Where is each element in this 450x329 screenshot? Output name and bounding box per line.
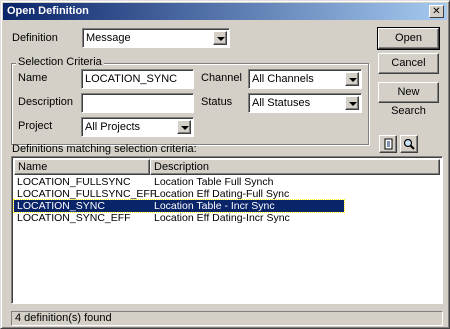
list-item-name: LOCATION_SYNC_EFF bbox=[17, 212, 131, 224]
list-caption: Definitions matching selection criteria: bbox=[12, 143, 197, 155]
status-text: 4 definition(s) found bbox=[15, 312, 112, 324]
copy-icon bbox=[384, 138, 393, 150]
column-header-description-label: Description bbox=[154, 161, 210, 173]
channel-label: Channel bbox=[201, 72, 242, 84]
status-label: Status bbox=[201, 96, 233, 108]
channel-select[interactable]: All Channels bbox=[248, 69, 362, 89]
chevron-down-icon[interactable] bbox=[177, 120, 191, 134]
magnifier-icon bbox=[403, 138, 415, 150]
description-input[interactable] bbox=[81, 93, 194, 113]
list-item-description: Location Table Full Synch bbox=[154, 176, 274, 188]
definition-select[interactable]: Message bbox=[82, 28, 230, 48]
window-title: Open Definition bbox=[7, 5, 89, 17]
new-search-button[interactable]: New Search bbox=[378, 82, 439, 117]
status-bar: 4 definition(s) found bbox=[11, 311, 443, 326]
project-label: Project bbox=[18, 120, 53, 132]
list-item[interactable]: LOCATION_FULLSYNC Location Table Full Sy… bbox=[14, 176, 344, 188]
open-button[interactable]: Open bbox=[377, 27, 440, 50]
close-button[interactable]: ✕ bbox=[429, 5, 444, 18]
chevron-down-icon[interactable] bbox=[345, 72, 359, 86]
status-select[interactable]: All Statuses bbox=[248, 93, 362, 113]
cancel-button-label: Cancel bbox=[391, 57, 426, 69]
chevron-down-icon[interactable] bbox=[345, 96, 359, 110]
list-item-name: LOCATION_SYNC bbox=[17, 200, 105, 212]
list-item-description: Location Eff Dating-Full Sync bbox=[154, 188, 290, 200]
title-bar[interactable]: Open Definition ✕ bbox=[3, 3, 447, 20]
list-item-name: LOCATION_FULLSYNC bbox=[17, 176, 131, 188]
copy-button[interactable] bbox=[379, 135, 397, 153]
definition-value: Message bbox=[86, 32, 131, 44]
definition-label: Definition bbox=[12, 32, 58, 44]
list-item[interactable]: LOCATION_SYNC_EFF Location Eff Dating-In… bbox=[14, 212, 344, 224]
definitions-list[interactable]: Name Description LOCATION_FULLSYNC Locat… bbox=[11, 156, 443, 304]
chevron-down-icon[interactable] bbox=[213, 31, 227, 45]
name-label: Name bbox=[18, 72, 48, 84]
open-definition-dialog: Open Definition ✕ Definition Message Sel… bbox=[0, 0, 450, 329]
new-search-button-label: New Search bbox=[391, 86, 426, 117]
list-item-description: Location Table - Incr Sync bbox=[154, 200, 275, 212]
list-item-selected[interactable]: LOCATION_SYNC Location Table - Incr Sync bbox=[13, 199, 345, 213]
name-value: LOCATION_SYNC bbox=[85, 73, 178, 85]
list-item[interactable]: LOCATION_FULLSYNC_EFF Location Eff Datin… bbox=[14, 188, 344, 200]
cancel-button[interactable]: Cancel bbox=[378, 53, 439, 74]
channel-value: All Channels bbox=[252, 73, 314, 85]
close-icon: ✕ bbox=[432, 6, 441, 17]
column-header-name[interactable]: Name bbox=[14, 159, 150, 175]
project-value: All Projects bbox=[85, 121, 141, 133]
open-button-label: Open bbox=[395, 32, 422, 44]
list-item-description: Location Eff Dating-Incr Sync bbox=[154, 212, 290, 224]
project-select[interactable]: All Projects bbox=[81, 117, 194, 137]
search-button[interactable] bbox=[400, 135, 418, 153]
column-header-description[interactable]: Description bbox=[150, 159, 440, 175]
name-input[interactable]: LOCATION_SYNC bbox=[81, 69, 194, 89]
list-item-name: LOCATION_FULLSYNC_EFF bbox=[17, 188, 157, 200]
status-value: All Statuses bbox=[252, 97, 311, 109]
column-header-name-label: Name bbox=[18, 161, 48, 173]
selection-criteria-title: Selection Criteria bbox=[16, 56, 104, 68]
description-label: Description bbox=[18, 96, 74, 108]
